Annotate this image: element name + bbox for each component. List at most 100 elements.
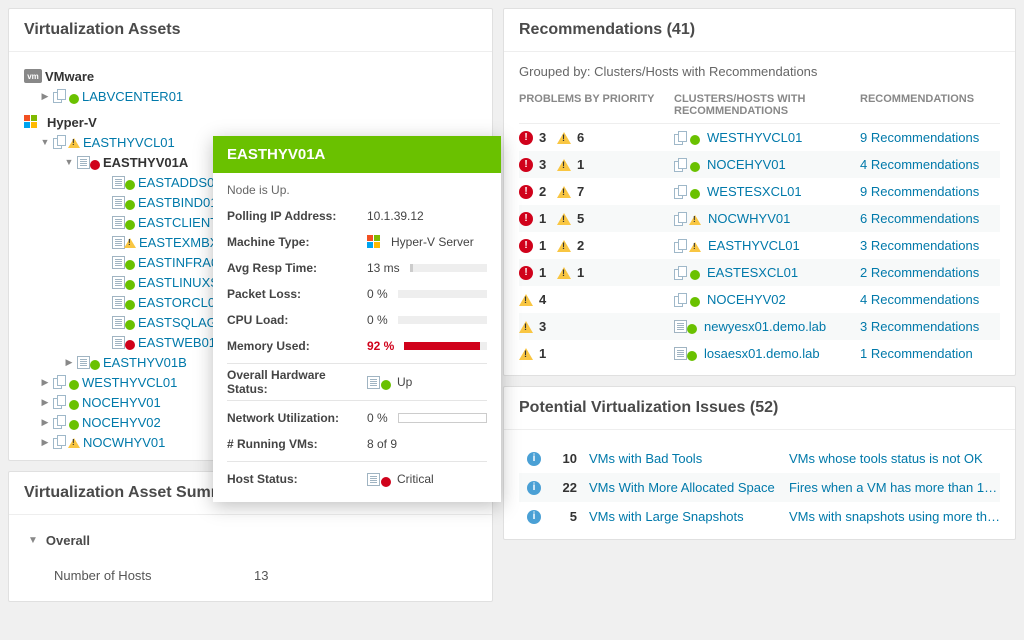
host-link[interactable]: NOCWHYV01: [708, 211, 790, 226]
expand-icon[interactable]: ▶: [40, 377, 50, 387]
recommendation-row[interactable]: 4NOCEHYV024 Recommendations: [519, 286, 1000, 313]
issue-desc[interactable]: Fires when a VM has more than 1…: [789, 480, 997, 495]
recommendation-link[interactable]: 9 Recommendations: [860, 130, 979, 145]
cluster-icon: [674, 239, 690, 253]
host-tooltip: EASTHYV01A Node is Up. Polling IP Addres…: [213, 136, 501, 502]
issues-title: Potential Virtualization Issues (52): [504, 387, 1015, 430]
grouped-by-label: Grouped by: Clusters/Hosts with Recommen…: [519, 60, 1000, 87]
warning-count: 1: [539, 346, 551, 361]
issue-link[interactable]: VMs With More Allocated Space: [589, 480, 775, 495]
info-icon: i: [527, 510, 541, 524]
recommendation-link[interactable]: 6 Recommendations: [860, 211, 979, 226]
collapse-icon[interactable]: ▼: [28, 535, 38, 546]
warning-count: 2: [577, 238, 589, 253]
status-up-icon: [690, 135, 700, 145]
warning-icon: [519, 321, 533, 333]
recommendation-link[interactable]: 2 Recommendations: [860, 265, 979, 280]
status-up-icon: [690, 189, 700, 199]
issue-count: 22: [549, 480, 589, 495]
expand-icon[interactable]: ▶: [64, 357, 74, 367]
summary-overall[interactable]: ▼ Overall: [24, 523, 477, 558]
status-up-icon: [125, 260, 135, 270]
vm-icon: [112, 316, 125, 329]
host-link[interactable]: newyesx01.demo.lab: [704, 319, 826, 334]
critical-count: 2: [539, 184, 551, 199]
critical-count: 3: [539, 130, 551, 145]
issue-row[interactable]: i10VMs with Bad ToolsVMs whose tools sta…: [519, 444, 1000, 473]
recommendation-link[interactable]: 1 Recommendation: [860, 346, 973, 361]
expand-icon[interactable]: ▶: [40, 417, 50, 427]
status-up-icon: [125, 220, 135, 230]
info-icon: i: [527, 452, 541, 466]
host-icon: [674, 347, 687, 360]
hyperv-root[interactable]: Hyper-V: [24, 112, 477, 132]
recommendation-row[interactable]: 1 losaesx01.demo.lab 1 Recommendation: [519, 340, 1000, 367]
status-warn-icon: [689, 242, 701, 252]
host-link[interactable]: EASTESXCL01: [707, 265, 798, 280]
status-up-icon: [69, 380, 79, 390]
critical-count: 1: [539, 265, 551, 280]
status-warn-icon: [68, 438, 80, 448]
recommendation-link[interactable]: 3 Recommendations: [860, 238, 979, 253]
status-up-icon: [690, 162, 700, 172]
cluster-icon: [674, 266, 690, 280]
issue-link[interactable]: VMs with Large Snapshots: [589, 509, 744, 524]
recommendation-row[interactable]: !31NOCEHYV014 Recommendations: [519, 151, 1000, 178]
status-up-icon: [687, 351, 697, 361]
vmware-child[interactable]: ▶ LABVCENTER01: [24, 86, 477, 106]
tooltip-resp: 13 ms: [367, 261, 487, 275]
recommendation-row[interactable]: !36WESTHYVCL019 Recommendations: [519, 124, 1000, 151]
recommendation-row[interactable]: !27WESTESXCL019 Recommendations: [519, 178, 1000, 205]
vmware-icon: vm: [24, 69, 42, 83]
tooltip-cpu: 0 %: [367, 313, 487, 327]
status-up-icon: [69, 400, 79, 410]
tooltip-type: Hyper-V Server: [367, 235, 487, 249]
recommendations-header: PROBLEMS BY PRIORITYCLUSTERS/HOSTS WITH …: [519, 87, 1000, 124]
cluster-icon: [674, 185, 690, 199]
issue-row[interactable]: i5VMs with Large SnapshotsVMs with snaps…: [519, 502, 1000, 531]
vm-icon: [112, 216, 125, 229]
host-link[interactable]: losaesx01.demo.lab: [704, 346, 820, 361]
warning-count: 6: [577, 130, 589, 145]
vmware-root[interactable]: vm VMware: [24, 66, 477, 86]
assets-title: Virtualization Assets: [9, 9, 492, 52]
status-warn-icon: [124, 238, 136, 248]
status-up-icon: [690, 270, 700, 280]
host-link[interactable]: EASTHYVCL01: [708, 238, 800, 253]
status-up-icon: [125, 200, 135, 210]
host-link[interactable]: NOCEHYV02: [707, 292, 786, 307]
expand-icon[interactable]: ▶: [40, 91, 50, 101]
expand-icon[interactable]: ▶: [40, 397, 50, 407]
recommendation-row[interactable]: !12EASTHYVCL013 Recommendations: [519, 232, 1000, 259]
host-link[interactable]: WESTESXCL01: [707, 184, 802, 199]
recommendation-link[interactable]: 9 Recommendations: [860, 184, 979, 199]
expand-icon[interactable]: ▶: [40, 437, 50, 447]
status-critical-icon: [381, 477, 391, 487]
recommendation-link[interactable]: 4 Recommendations: [860, 292, 979, 307]
summary-row: Number of Hosts 13: [24, 558, 477, 593]
collapse-icon[interactable]: ▼: [64, 157, 74, 167]
issue-link[interactable]: VMs with Bad Tools: [589, 451, 702, 466]
issue-desc[interactable]: VMs with snapshots using more th…: [789, 509, 1000, 524]
status-up-icon: [690, 297, 700, 307]
recommendation-row[interactable]: !11EASTESXCL012 Recommendations: [519, 259, 1000, 286]
warning-icon: [557, 159, 571, 171]
issue-row[interactable]: i22VMs With More Allocated SpaceFires wh…: [519, 473, 1000, 502]
host-link[interactable]: NOCEHYV01: [707, 157, 786, 172]
warning-count: 3: [539, 319, 551, 334]
recommendations-title: Recommendations (41): [504, 9, 1015, 52]
cluster-icon: [674, 158, 690, 172]
hyperv-icon: [24, 115, 38, 129]
collapse-icon[interactable]: ▼: [40, 137, 50, 147]
recommendation-row[interactable]: 3 newyesx01.demo.lab 3 Recommendations: [519, 313, 1000, 340]
issue-desc[interactable]: VMs whose tools status is not OK: [789, 451, 983, 466]
recommendation-link[interactable]: 4 Recommendations: [860, 157, 979, 172]
vm-icon: [112, 336, 125, 349]
host-link[interactable]: WESTHYVCL01: [707, 130, 802, 145]
vm-icon: [112, 276, 125, 289]
cluster-icon: [674, 131, 690, 145]
recommendation-row[interactable]: !15NOCWHYV016 Recommendations: [519, 205, 1000, 232]
vm-icon: [112, 196, 125, 209]
vm-icon: [112, 176, 125, 189]
recommendation-link[interactable]: 3 Recommendations: [860, 319, 979, 334]
